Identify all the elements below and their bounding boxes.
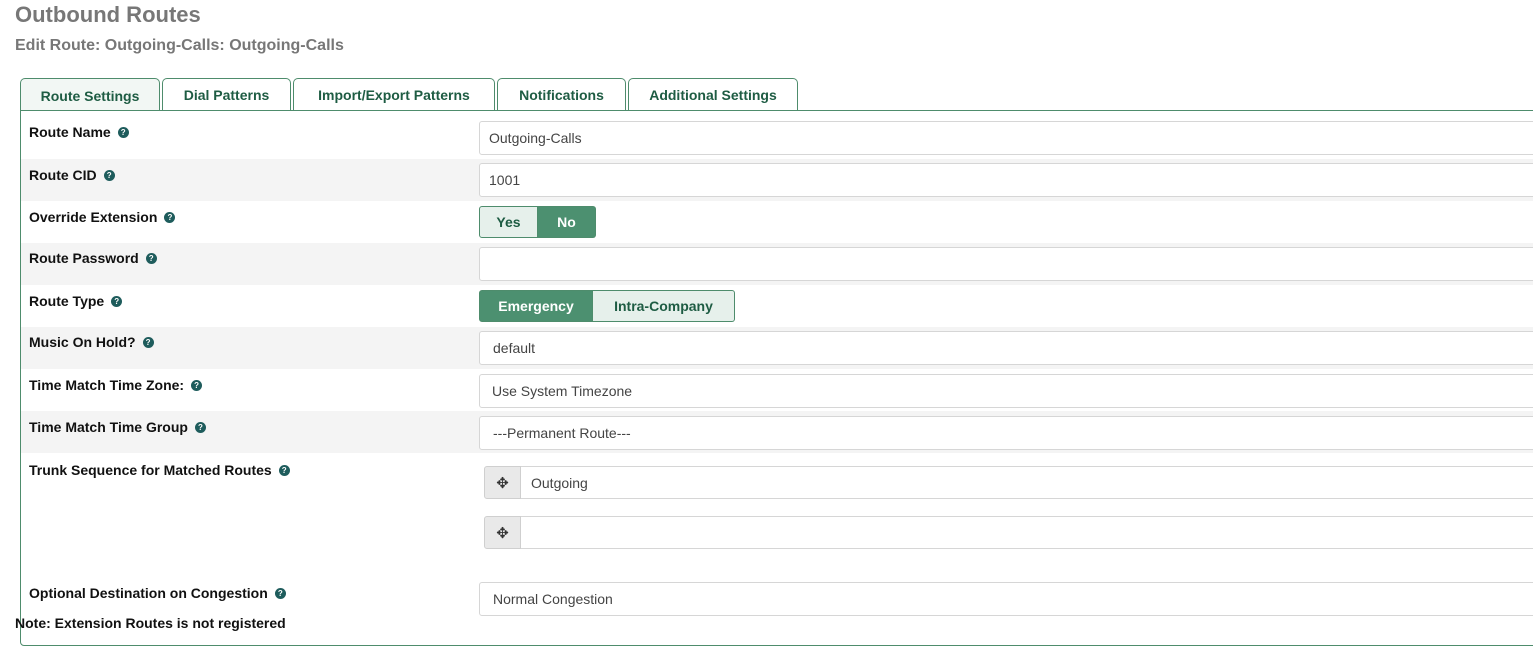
- help-icon[interactable]: ?: [164, 211, 176, 223]
- move-icon[interactable]: ✥: [484, 466, 521, 499]
- time-zone-select[interactable]: Use System Timezone: [479, 374, 1533, 408]
- music-on-hold-label-text: Music On Hold?: [29, 334, 136, 350]
- row-route-cid: Route CID ? 1001: [21, 159, 1533, 201]
- route-settings-panel: Route Name ? Outgoing-Calls Route CID ? …: [20, 110, 1533, 646]
- help-icon[interactable]: ?: [274, 587, 286, 599]
- route-type-emergency[interactable]: Emergency: [479, 290, 593, 322]
- route-password-label-text: Route Password: [29, 250, 139, 266]
- row-route-type: Route Type ? Emergency Intra-Company: [21, 285, 1533, 327]
- trunk-item: ✥: [484, 516, 1533, 549]
- route-name-label-text: Route Name: [29, 124, 111, 140]
- trunk-sequence-label-text: Trunk Sequence for Matched Routes: [29, 462, 272, 478]
- move-icon[interactable]: ✥: [484, 516, 521, 549]
- tab-notifications[interactable]: Notifications: [497, 78, 626, 111]
- route-cid-label: Route CID ?: [29, 167, 115, 183]
- row-route-password: Route Password ?: [21, 243, 1533, 285]
- trunk-select[interactable]: [521, 516, 1533, 549]
- trunk-item: ✥ Outgoing: [484, 466, 1533, 499]
- time-zone-label: Time Match Time Zone: ?: [29, 377, 203, 393]
- time-group-label: Time Match Time Group ?: [29, 419, 206, 435]
- tab-route-settings[interactable]: Route Settings: [20, 78, 160, 112]
- help-icon[interactable]: ?: [111, 295, 123, 307]
- registration-note: Note: Extension Routes is not registered: [15, 615, 286, 631]
- override-extension-no[interactable]: No: [538, 206, 596, 238]
- tab-additional-settings[interactable]: Additional Settings: [628, 78, 798, 111]
- route-type-label-text: Route Type: [29, 293, 105, 309]
- trunk-select[interactable]: Outgoing: [521, 466, 1533, 499]
- route-type-label: Route Type ?: [29, 293, 123, 309]
- divider: [21, 577, 1533, 578]
- time-group-select[interactable]: ---Permanent Route---: [479, 416, 1533, 450]
- row-trunk-sequence: Trunk Sequence for Matched Routes ? ✥ Ou…: [21, 453, 1533, 577]
- help-icon[interactable]: ?: [142, 336, 154, 348]
- help-icon[interactable]: ?: [194, 421, 206, 433]
- congestion-label-text: Optional Destination on Congestion: [29, 585, 268, 601]
- time-zone-label-text: Time Match Time Zone:: [29, 377, 185, 393]
- music-on-hold-select[interactable]: default: [479, 331, 1533, 365]
- override-extension-yes[interactable]: Yes: [479, 206, 538, 238]
- tab-import-export-patterns[interactable]: Import/Export Patterns: [293, 78, 495, 111]
- help-icon[interactable]: ?: [145, 252, 157, 264]
- help-icon[interactable]: ?: [191, 379, 203, 391]
- route-type-toggle: Emergency Intra-Company: [479, 290, 735, 322]
- tab-dial-patterns[interactable]: Dial Patterns: [162, 78, 291, 111]
- music-on-hold-label: Music On Hold? ?: [29, 334, 154, 350]
- page-subtitle: Edit Route: Outgoing-Calls: Outgoing-Cal…: [15, 37, 344, 54]
- row-music-on-hold: Music On Hold? ? default: [21, 327, 1533, 369]
- row-time-zone: Time Match Time Zone: ? Use System Timez…: [21, 369, 1533, 411]
- route-name-input[interactable]: Outgoing-Calls: [479, 121, 1533, 155]
- route-cid-label-text: Route CID: [29, 167, 97, 183]
- help-icon[interactable]: ?: [278, 464, 290, 476]
- congestion-select[interactable]: Normal Congestion: [479, 582, 1533, 616]
- route-password-input[interactable]: [479, 247, 1533, 281]
- route-cid-input[interactable]: 1001: [479, 163, 1533, 197]
- override-extension-label-text: Override Extension: [29, 209, 158, 225]
- override-extension-toggle: Yes No: [479, 206, 596, 238]
- help-icon[interactable]: ?: [117, 126, 129, 138]
- row-congestion: Optional Destination on Congestion ? Nor…: [21, 577, 1533, 645]
- row-route-name: Route Name ? Outgoing-Calls: [21, 116, 1533, 158]
- override-extension-label: Override Extension ?: [29, 209, 176, 225]
- route-password-label: Route Password ?: [29, 250, 157, 266]
- row-override-extension: Override Extension ? Yes No: [21, 201, 1533, 243]
- route-name-label: Route Name ?: [29, 124, 129, 140]
- page-title: Outbound Routes: [15, 2, 201, 27]
- congestion-label: Optional Destination on Congestion ?: [29, 585, 286, 601]
- row-time-group: Time Match Time Group ? ---Permanent Rou…: [21, 411, 1533, 453]
- time-group-label-text: Time Match Time Group: [29, 419, 188, 435]
- help-icon[interactable]: ?: [103, 169, 115, 181]
- route-type-intra-company[interactable]: Intra-Company: [593, 290, 735, 322]
- trunk-sequence-label: Trunk Sequence for Matched Routes ?: [29, 462, 290, 478]
